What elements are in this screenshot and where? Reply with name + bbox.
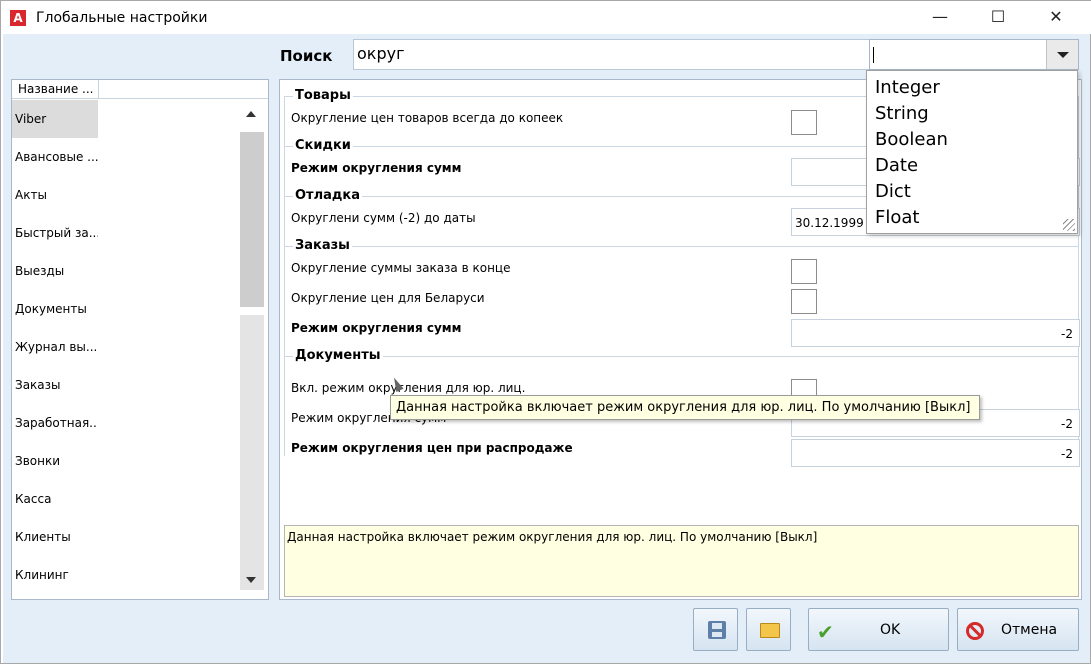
setting-label: Округление цен для Беларуси bbox=[291, 291, 485, 305]
setting-label: Округление суммы заказа в конце bbox=[291, 261, 511, 275]
dropdown-option[interactable]: Date bbox=[875, 153, 918, 179]
dropdown-option[interactable]: Boolean bbox=[875, 127, 948, 153]
app-logo-icon: A bbox=[10, 10, 26, 26]
save-button[interactable] bbox=[693, 608, 738, 651]
dropdown-option[interactable]: Float bbox=[875, 205, 919, 231]
folder-icon bbox=[760, 623, 780, 638]
dropdown-option[interactable]: Integer bbox=[875, 75, 940, 101]
list-item[interactable]: Документы bbox=[12, 290, 98, 328]
hover-tooltip: Данная настройка включает режим округлен… bbox=[390, 395, 980, 420]
chevron-down-icon[interactable] bbox=[1046, 40, 1078, 69]
minimize-button[interactable]: — bbox=[911, 1, 969, 33]
column-header[interactable]: Название ... bbox=[12, 80, 268, 99]
search-label: Поиск bbox=[280, 47, 333, 65]
list-item[interactable]: Акты bbox=[12, 176, 98, 214]
list-item[interactable]: Авансовые ... bbox=[12, 138, 98, 176]
dropdown-option[interactable]: Dict bbox=[875, 179, 911, 205]
description-box: Данная настройка включает режим округлен… bbox=[284, 525, 1079, 597]
list-item[interactable]: Журнал вы... bbox=[12, 328, 98, 366]
list-item[interactable]: Заказы bbox=[12, 366, 98, 404]
list-item[interactable]: Быстрый за... bbox=[12, 214, 98, 252]
ok-button[interactable]: ✔ OK bbox=[808, 608, 949, 651]
list-item[interactable]: Viber bbox=[12, 100, 98, 138]
settings-window: A Глобальные настройки — ☐ ✕ Поиск округ… bbox=[0, 0, 1091, 664]
list-item[interactable]: Звонки bbox=[12, 442, 98, 480]
save-icon bbox=[708, 621, 726, 639]
column-header-label: Название ... bbox=[18, 82, 94, 96]
resize-grip-icon[interactable] bbox=[1063, 219, 1075, 231]
setting-value-field[interactable]: -2 bbox=[791, 439, 1080, 467]
setting-checkbox[interactable] bbox=[791, 289, 817, 314]
scrollbar-track[interactable] bbox=[240, 315, 264, 590]
group-title: Отладка bbox=[293, 188, 362, 203]
group-title: Товары bbox=[293, 88, 353, 103]
category-list[interactable]: Название ... Viber Авансовые ... Акты Бы… bbox=[11, 79, 269, 600]
title-bar[interactable]: A Глобальные настройки — ☐ ✕ bbox=[1, 1, 1091, 34]
open-folder-button[interactable] bbox=[746, 608, 791, 651]
setting-checkbox[interactable] bbox=[791, 110, 817, 135]
type-dropdown-list[interactable]: Integer String Boolean Date Dict Float bbox=[866, 70, 1078, 234]
maximize-button[interactable]: ☐ bbox=[969, 1, 1027, 33]
dropdown-option[interactable]: String bbox=[875, 101, 929, 127]
setting-label: Округление цен товаров всегда до копеек bbox=[291, 111, 564, 125]
setting-label: Режим округления сумм bbox=[291, 321, 462, 335]
scrollbar-thumb[interactable] bbox=[240, 132, 264, 307]
group-zakazy: Заказы Округление суммы заказа в конце О… bbox=[284, 238, 1080, 356]
list-item[interactable]: Касса bbox=[12, 480, 98, 518]
search-input[interactable]: округ bbox=[353, 39, 871, 70]
text-caret bbox=[873, 47, 874, 63]
setting-checkbox[interactable] bbox=[791, 259, 817, 284]
cancel-button-label: Отмена bbox=[1001, 622, 1058, 638]
list-item[interactable]: Клиенты bbox=[12, 518, 98, 556]
list-item[interactable]: Заработная... bbox=[12, 404, 98, 442]
ok-button-label: OK bbox=[880, 622, 901, 638]
setting-label: Режим округления цен при распродаже bbox=[291, 441, 573, 455]
scroll-down-icon[interactable] bbox=[246, 577, 256, 583]
window-title: Глобальные настройки bbox=[36, 10, 208, 26]
close-button[interactable]: ✕ bbox=[1027, 1, 1085, 33]
cancel-icon bbox=[966, 622, 984, 640]
scroll-up-icon[interactable] bbox=[246, 111, 256, 117]
setting-value-field[interactable]: -2 bbox=[791, 319, 1080, 347]
cancel-button[interactable]: Отмена bbox=[957, 608, 1079, 651]
type-filter-combo[interactable] bbox=[869, 39, 1079, 70]
checkmark-icon: ✔ bbox=[817, 620, 834, 644]
group-title: Заказы bbox=[293, 238, 352, 253]
list-item[interactable]: Клининг bbox=[12, 556, 98, 594]
setting-label: Округлени сумм (-2) до даты bbox=[291, 211, 476, 225]
column-divider[interactable] bbox=[98, 80, 99, 99]
group-title: Документы bbox=[293, 348, 383, 363]
list-item[interactable]: Выезды bbox=[12, 252, 98, 290]
setting-label: Вкл. режим округления для юр. лиц. bbox=[291, 381, 526, 395]
setting-label: Режим округления сумм bbox=[291, 161, 462, 175]
group-title: Скидки bbox=[293, 138, 353, 153]
